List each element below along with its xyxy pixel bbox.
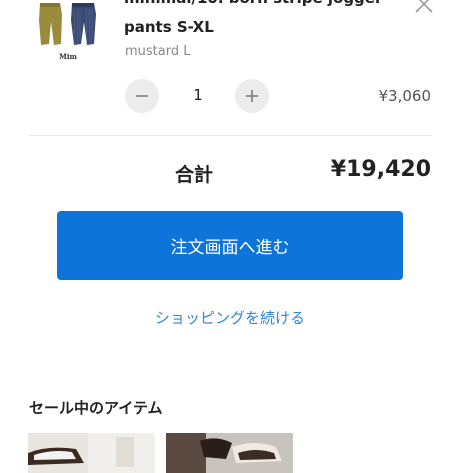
decrease-quantity-button[interactable] — [125, 79, 159, 113]
sale-section-heading: セール中のアイテム — [29, 399, 163, 417]
sale-item-card[interactable] — [166, 433, 293, 473]
sale-item-image — [166, 433, 293, 473]
line-item-price: ¥3,060 — [378, 87, 432, 105]
plus-icon — [246, 90, 258, 102]
minus-icon — [136, 95, 148, 97]
total-label: 合計 — [175, 164, 214, 186]
product-variant: mustard L — [125, 44, 191, 59]
remove-item-button[interactable] — [412, 0, 436, 16]
product-title[interactable]: minimal/10. born stripe jogger pants S-X… — [124, 0, 409, 42]
increase-quantity-button[interactable] — [235, 79, 269, 113]
checkout-button[interactable]: 注文画面へ進む — [57, 211, 403, 280]
divider — [29, 135, 431, 136]
sale-item-image — [28, 433, 155, 473]
total-value: ¥19,420 — [330, 157, 431, 182]
checkout-button-label: 注文画面へ進む — [170, 238, 290, 258]
brand-logo: Mim — [59, 52, 77, 61]
close-icon — [415, 0, 433, 13]
continue-shopping-link[interactable]: ショッピングを続ける — [57, 307, 403, 328]
sale-item-card[interactable] — [28, 433, 155, 473]
quantity-value: 1 — [193, 86, 203, 104]
